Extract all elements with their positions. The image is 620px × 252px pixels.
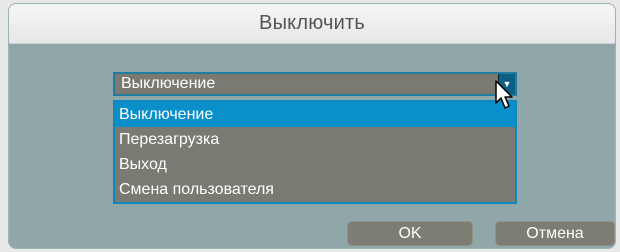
- dropdown-option-exit[interactable]: Выход: [115, 152, 515, 177]
- cancel-button[interactable]: Отмена: [495, 221, 615, 246]
- action-select-value: Выключение: [121, 75, 216, 92]
- action-dropdown-list: Выключение Перезагрузка Выход Смена поль…: [113, 100, 517, 204]
- dropdown-option-shutdown[interactable]: Выключение: [115, 102, 515, 127]
- triangle-down-icon[interactable]: ▼: [498, 74, 515, 94]
- ok-button[interactable]: OK: [347, 221, 473, 246]
- action-select[interactable]: Выключение ▼: [113, 72, 517, 96]
- dialog-titlebar: Выключить: [9, 4, 615, 44]
- dialog-title: Выключить: [259, 12, 365, 34]
- dropdown-option-reboot[interactable]: Перезагрузка: [115, 127, 515, 152]
- shutdown-dialog: Выключить Выключение ▼ Выключение Переза…: [8, 3, 616, 249]
- dropdown-option-switch-user[interactable]: Смена пользователя: [115, 177, 515, 202]
